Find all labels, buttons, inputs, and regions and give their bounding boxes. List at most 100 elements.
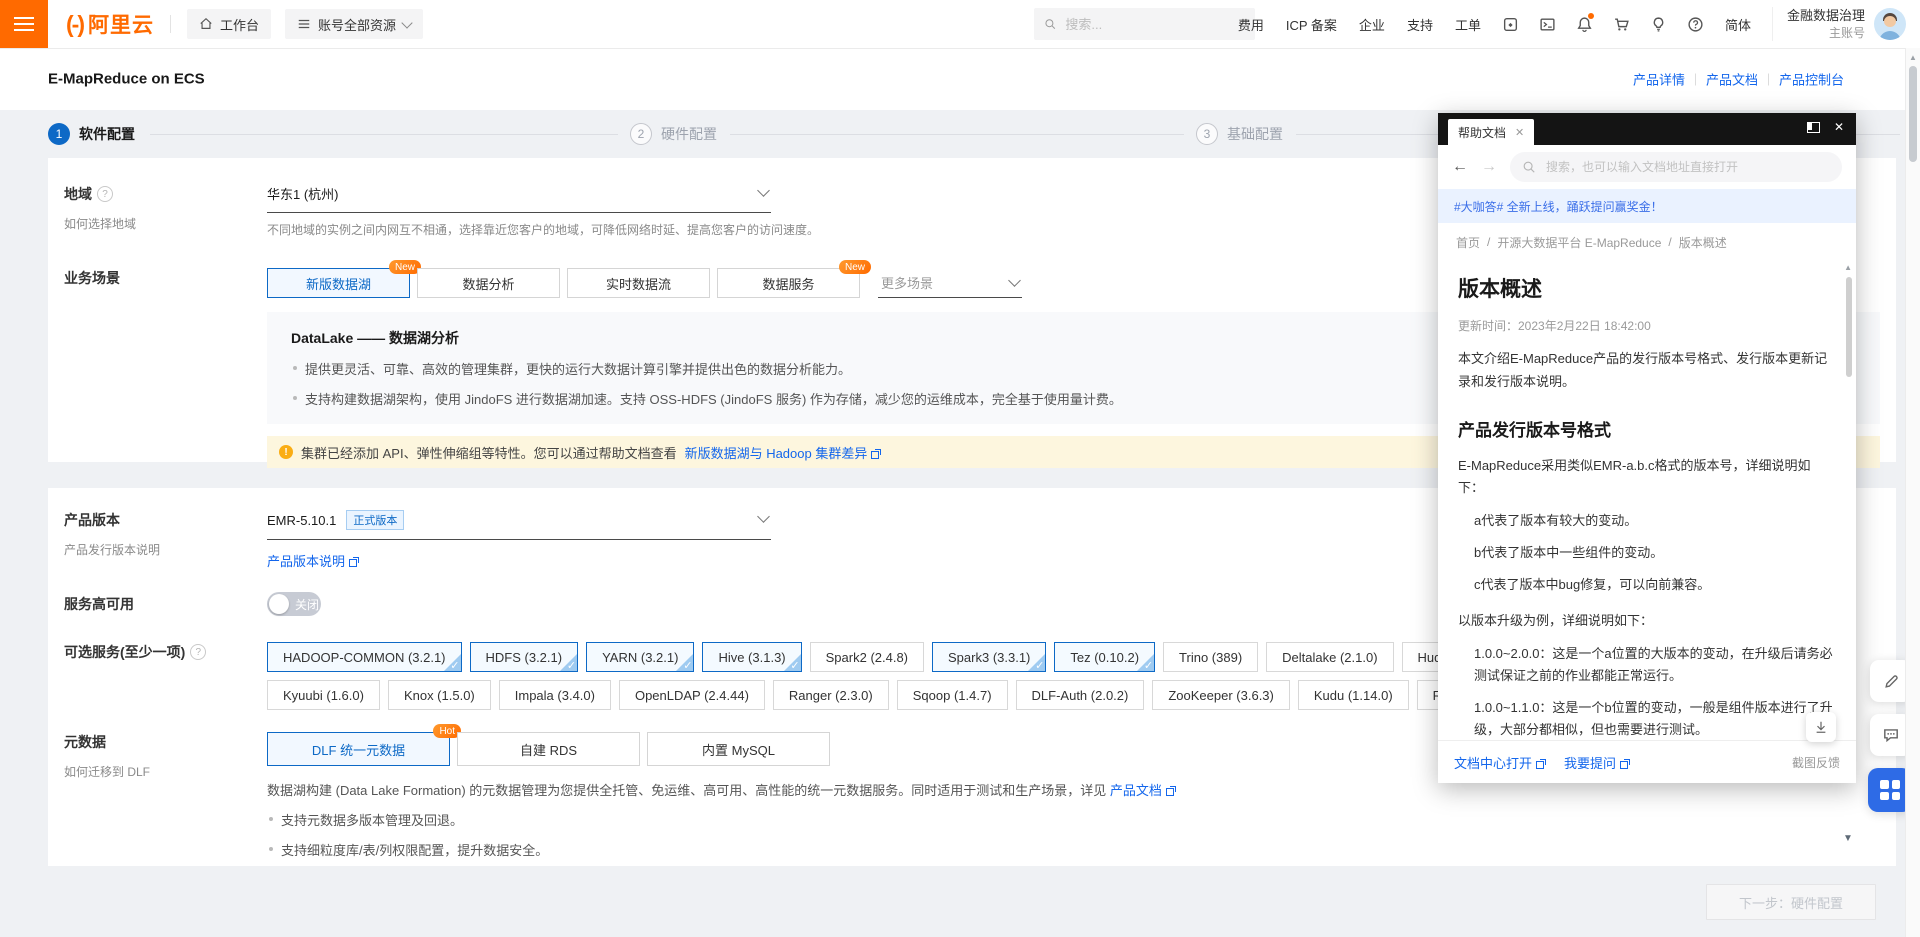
doc-title: 版本概述: [1458, 273, 1836, 303]
help-footer-link[interactable]: 文档中心打开: [1454, 753, 1546, 772]
screenshot-feedback-link[interactable]: 截图反馈: [1792, 754, 1840, 771]
dock-panel-icon[interactable]: [1807, 122, 1820, 133]
cart-icon[interactable]: [1603, 0, 1640, 48]
breadcrumb-item[interactable]: 首页: [1456, 234, 1480, 251]
divider: [1695, 73, 1696, 85]
service-chip[interactable]: Spark2 (2.4.8): [810, 642, 924, 672]
scrollbar-up-arrow[interactable]: ▲: [1909, 53, 1917, 62]
service-chip[interactable]: Knox (1.5.0): [388, 680, 491, 710]
service-chip[interactable]: Trino (389): [1163, 642, 1258, 672]
help-icon[interactable]: [1677, 0, 1714, 48]
search-input[interactable]: [1063, 16, 1245, 33]
tab-close-icon[interactable]: ✕: [1515, 126, 1524, 139]
notifications-bell-icon[interactable]: [1566, 0, 1603, 48]
scenario-option[interactable]: 数据分析: [417, 268, 560, 298]
close-panel-icon[interactable]: ✕: [1834, 121, 1844, 133]
step-hardware-config[interactable]: 2 硬件配置: [630, 123, 717, 145]
more-scenarios-select[interactable]: 更多场景: [878, 268, 1022, 298]
forward-arrow-icon[interactable]: →: [1481, 159, 1497, 175]
step-basic-config[interactable]: 3 基础配置: [1196, 123, 1283, 145]
scroll-down-arrow-icon[interactable]: ▼: [1843, 833, 1853, 844]
product-link[interactable]: 产品详情: [1633, 70, 1685, 89]
external-link-icon: [871, 449, 881, 459]
avatar[interactable]: [1874, 8, 1906, 40]
service-chip[interactable]: ZooKeeper (3.6.3): [1152, 680, 1290, 710]
workbench-button[interactable]: 工作台: [187, 9, 271, 39]
service-chip[interactable]: Spark3 (3.3.1)✓: [932, 642, 1046, 672]
service-chip[interactable]: HADOOP-COMMON (3.2.1)✓: [267, 642, 462, 672]
back-arrow-icon[interactable]: ←: [1452, 159, 1468, 175]
scroll-to-bottom-button[interactable]: [1806, 712, 1836, 742]
panel-scroll-up-icon[interactable]: ▲: [1844, 263, 1852, 272]
doc-section-title: 产品发行版本号格式: [1458, 416, 1836, 441]
service-chip[interactable]: YARN (3.2.1)✓: [586, 642, 694, 672]
topbar-link[interactable]: 费用: [1238, 15, 1264, 34]
hamburger-menu-button[interactable]: [0, 0, 48, 48]
aliyun-logo[interactable]: (-) 阿里云: [66, 9, 154, 39]
product-version-select[interactable]: EMR-5.10.1 正式版本: [267, 510, 771, 540]
topbar-link[interactable]: 支持: [1407, 15, 1433, 34]
service-chip[interactable]: Hive (3.1.3)✓: [702, 642, 801, 672]
page-scrollbar[interactable]: ▲: [1905, 48, 1920, 937]
help-doc-tab[interactable]: 帮助文档 ✕: [1448, 119, 1534, 145]
locale-switch[interactable]: 简体: [1725, 15, 1751, 34]
metadata-option[interactable]: 自建 RDS: [457, 732, 640, 766]
breadcrumb-item[interactable]: 版本概述: [1679, 234, 1727, 251]
service-chip[interactable]: HDFS (3.2.1)✓: [470, 642, 579, 672]
help-tooltip-icon[interactable]: ?: [97, 186, 113, 202]
product-doc-link[interactable]: 产品文档: [1110, 783, 1176, 798]
region-select[interactable]: 华东1 (杭州): [267, 184, 771, 213]
global-search[interactable]: [1034, 8, 1255, 40]
doc-search-input[interactable]: [1544, 159, 1830, 175]
chevron-down-icon: [757, 184, 770, 197]
service-chip[interactable]: Tez (0.10.2)✓: [1054, 642, 1155, 672]
version-notes-link[interactable]: 产品版本说明: [267, 554, 359, 569]
step-software-config[interactable]: 1 软件配置: [48, 123, 135, 145]
topbar-link[interactable]: ICP 备案: [1286, 15, 1337, 34]
scrollbar-thumb[interactable]: [1909, 66, 1917, 162]
service-chip[interactable]: Sqoop (1.4.7): [897, 680, 1008, 710]
service-chip[interactable]: Ranger (2.3.0): [773, 680, 889, 710]
topbar-link[interactable]: 企业: [1359, 15, 1385, 34]
panel-scrollbar-thumb[interactable]: [1846, 277, 1852, 377]
doc-search-box[interactable]: [1510, 152, 1842, 182]
scenario-option[interactable]: 新版数据湖New: [267, 268, 410, 298]
step-label: 基础配置: [1227, 124, 1283, 144]
service-chip-label: Tez (0.10.2): [1070, 650, 1139, 665]
bottom-action-bar: 下一步：硬件配置: [0, 866, 1920, 937]
doc-upgrade-list: 1.0.0~2.0.0：这是一个a位置的大版本的变动，在升级后请务必测试保证之前…: [1458, 643, 1836, 740]
product-link[interactable]: 产品控制台: [1779, 70, 1844, 89]
help-tooltip-icon[interactable]: ?: [190, 644, 206, 660]
service-chip[interactable]: Impala (3.4.0): [499, 680, 611, 710]
chevron-down-icon: [757, 510, 770, 523]
next-step-button[interactable]: 下一步：硬件配置: [1706, 884, 1876, 920]
lightbulb-icon[interactable]: [1640, 0, 1677, 48]
help-doc-tab-label: 帮助文档: [1458, 124, 1506, 141]
metadata-option-label: DLF 统一元数据: [312, 740, 405, 759]
help-footer-link[interactable]: 我要提问: [1564, 753, 1630, 772]
metadata-option[interactable]: 内置 MySQL: [647, 732, 830, 766]
dlf-migration-link[interactable]: 如何迁移到 DLF: [64, 763, 267, 780]
service-chip-label: Kyuubi (1.6.0): [283, 688, 364, 703]
region-help-link[interactable]: 如何选择地域: [64, 215, 267, 232]
service-chip[interactable]: DLF-Auth (2.0.2): [1016, 680, 1145, 710]
product-link[interactable]: 产品文档: [1706, 70, 1758, 89]
scenario-option[interactable]: 数据服务New: [717, 268, 860, 298]
promo-banner[interactable]: #大咖答# 全新上线，踊跃提问赢奖金！: [1438, 189, 1856, 223]
cloudshell-icon[interactable]: [1529, 0, 1566, 48]
ha-toggle[interactable]: 关闭: [267, 592, 321, 616]
scenario-option[interactable]: 实时数据流: [567, 268, 710, 298]
app-icon[interactable]: [1492, 0, 1529, 48]
account-resources-button[interactable]: 账号全部资源: [285, 9, 423, 39]
cluster-diff-link[interactable]: 新版数据湖与 Hadoop 集群差异: [685, 443, 882, 462]
account-menu[interactable]: 金融数据治理 主账号: [1772, 7, 1906, 42]
metadata-option[interactable]: DLF 统一元数据Hot: [267, 732, 450, 766]
service-chip[interactable]: Kudu (1.14.0): [1298, 680, 1409, 710]
breadcrumb-item[interactable]: 开源大数据平台 E-MapReduce: [1497, 234, 1661, 251]
topbar-link[interactable]: 工单: [1455, 15, 1481, 34]
service-chip[interactable]: OpenLDAP (2.4.44): [619, 680, 765, 710]
service-chip[interactable]: Kyuubi (1.6.0): [267, 680, 380, 710]
external-link-icon: [349, 557, 359, 567]
home-icon: [199, 17, 213, 31]
service-chip[interactable]: Deltalake (2.1.0): [1266, 642, 1393, 672]
